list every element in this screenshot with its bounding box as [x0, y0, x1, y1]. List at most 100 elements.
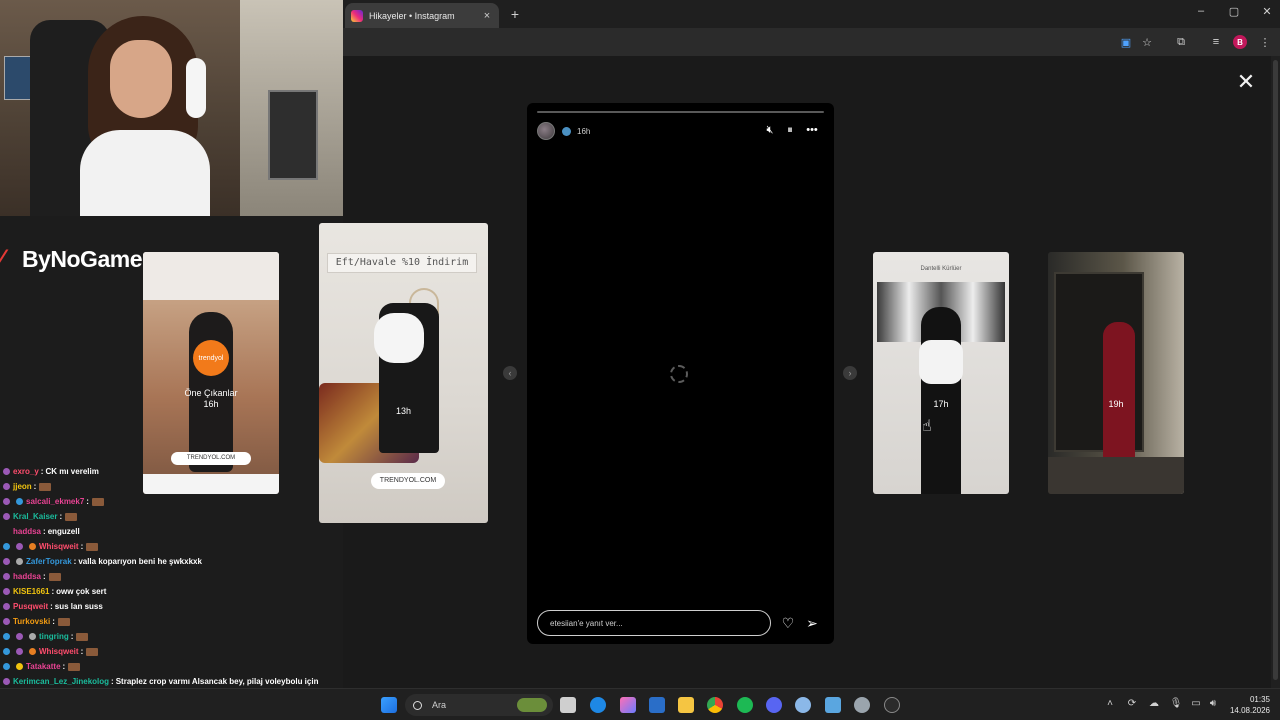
chat-separator: :	[111, 677, 114, 686]
chat-message: haddsa: enguzell	[0, 524, 330, 539]
chat-username[interactable]: Turkovski	[13, 617, 50, 626]
send-icon[interactable]: ➢	[804, 615, 820, 631]
bynogame-logo-mark: ⁄	[0, 245, 5, 272]
clock-date: 14.08.2026	[1229, 706, 1270, 715]
new-tab-button[interactable]: +	[507, 6, 523, 22]
story-preview-card[interactable]: 19h	[1048, 252, 1184, 494]
bookmark-star-icon[interactable]: ☆	[1140, 35, 1154, 49]
taskbar-search[interactable]: Ara	[405, 694, 553, 716]
next-story-arrow-icon[interactable]: ›	[843, 366, 857, 380]
chat-username[interactable]: Whisqweit	[39, 647, 79, 656]
copilot-icon[interactable]	[620, 697, 636, 713]
chat-message: tingring:	[0, 629, 330, 644]
tray-volume-icon[interactable]: 🔊︎	[1206, 698, 1220, 709]
card-time: 13h	[395, 406, 412, 416]
card-time: 19h	[1108, 399, 1124, 409]
chat-username[interactable]: salcali_ekmek7	[26, 497, 84, 506]
windows-start-icon[interactable]	[381, 697, 397, 713]
chat-username[interactable]: tingring	[39, 632, 69, 641]
chat-emote-icon	[91, 497, 104, 506]
minimize-button[interactable]: –	[1193, 5, 1209, 17]
chat-message-text: enguzell	[47, 527, 80, 536]
story-preview-card[interactable]: trendyol Öne Çıkanlar 16h TRENDYOL.COM	[143, 252, 279, 494]
story-time: 16h	[577, 126, 591, 136]
file-explorer-icon[interactable]	[678, 697, 694, 713]
tray-cloud-icon[interactable]: ☁	[1147, 698, 1161, 709]
discord-icon[interactable]	[766, 697, 782, 713]
store-icon[interactable]	[649, 697, 665, 713]
bynogame-logo-text: ByNoGame	[22, 245, 142, 272]
chat-badge-icon	[29, 633, 36, 640]
chat-username[interactable]: jjeon	[13, 482, 32, 491]
scrollbar[interactable]	[1271, 56, 1280, 688]
chat-username[interactable]: Pusqweit	[13, 602, 48, 611]
globe-icon	[562, 126, 571, 136]
tray-chevron-up-icon[interactable]: ˄	[1103, 698, 1117, 709]
chat-separator: :	[62, 662, 66, 671]
taskbar-search-input[interactable]: Ara	[432, 700, 446, 710]
tab-close-button[interactable]: ×	[481, 10, 493, 22]
chat-badge-icon	[3, 648, 10, 655]
chat-badge-icon	[16, 633, 23, 640]
mute-icon[interactable]: 🔇︎	[763, 124, 777, 137]
tray-sync-icon[interactable]: ⟳	[1125, 698, 1139, 709]
chat-username[interactable]: KISE1661	[13, 587, 49, 596]
chat-message: salcali_ekmek7:	[0, 494, 330, 509]
chrome-icon[interactable]	[707, 697, 723, 713]
story-header: 16h 🔇︎ ⏸︎ •••	[537, 121, 824, 141]
app-icon[interactable]	[795, 697, 811, 713]
previous-story-arrow-icon[interactable]: ‹	[503, 366, 517, 380]
chat-message: Kerimcan_Lez_Jinekolog: Straplez crop var…	[0, 674, 330, 689]
link-sticker-text: TRENDYOL.COM	[186, 455, 236, 461]
story-author-avatar[interactable]	[537, 122, 555, 140]
settings-gear-icon[interactable]	[854, 697, 870, 713]
windows-taskbar: Ara ˄ ⟳ ☁ 🎙︎ ▭ 🔊︎ 01:35 14.08.2026	[0, 688, 1280, 720]
active-story[interactable]: 16h 🔇︎ ⏸︎ ••• etesiian'e yanıt ver... ♡ …	[527, 103, 834, 644]
spotify-icon[interactable]	[737, 697, 753, 713]
taskbar-clock[interactable]: 01:35 14.08.2026	[1224, 694, 1270, 716]
chat-username[interactable]: haddsa	[13, 527, 41, 536]
story-preview-card[interactable]: Dantelli Kürlüer 17h	[873, 252, 1009, 494]
card-banner: Dantelli Kürlüer	[920, 266, 962, 272]
trendyol-avatar-ring: trendyol	[193, 340, 229, 376]
chat-emote-icon	[86, 647, 99, 656]
extensions-icon[interactable]: ⧉	[1174, 35, 1188, 49]
task-view-icon[interactable]	[560, 697, 576, 713]
scrollbar-thumb[interactable]	[1273, 60, 1278, 680]
chat-message: Tatakatte:	[0, 659, 330, 674]
chat-badge-icon	[16, 498, 23, 505]
edge-icon[interactable]	[590, 697, 606, 713]
chat-separator: :	[70, 632, 74, 641]
tray-mic-icon[interactable]: 🎙︎	[1169, 698, 1183, 709]
chat-message: Turkovski:	[0, 614, 330, 629]
chat-message: ZaferToprak: valla koparıyon beni he şwkx…	[0, 554, 330, 569]
profile-avatar[interactable]: B	[1233, 35, 1247, 49]
browser-tab-instagram[interactable]: Hikayeler • Instagram ×	[345, 3, 499, 28]
chat-username[interactable]: Kral_Kaiser	[13, 512, 57, 521]
chat-username[interactable]: Whisqweit	[39, 542, 79, 551]
link-sticker-text: TRENDYOL.COM	[379, 477, 437, 484]
tray-display-icon[interactable]: ▭	[1189, 698, 1203, 709]
reading-list-icon[interactable]: ≡	[1209, 35, 1223, 49]
chat-username[interactable]: exro_y	[13, 467, 39, 476]
card-header-strip	[143, 252, 279, 300]
network-app-icon[interactable]	[825, 697, 841, 713]
install-app-icon[interactable]: ▣	[1119, 35, 1133, 49]
chat-username[interactable]: Tatakatte	[26, 662, 61, 671]
reply-input[interactable]: etesiian'e yanıt ver...	[537, 610, 771, 636]
window-close-button[interactable]: ✕	[1259, 5, 1275, 18]
chat-username[interactable]: ZaferToprak	[26, 557, 72, 566]
chat-username[interactable]: Kerimcan_Lez_Jinekolog	[13, 677, 109, 686]
chat-badge-icon	[3, 573, 10, 580]
pause-icon[interactable]: ⏸︎	[783, 124, 797, 137]
maximize-button[interactable]: ▢	[1226, 5, 1242, 18]
chat-message: haddsa:	[0, 569, 330, 584]
story-preview-card[interactable]: Eft/Havale %10 İndirim 13h TRENDYOL.COM	[319, 223, 488, 523]
menu-kebab-icon[interactable]: ⋮	[1258, 35, 1272, 49]
chat-username[interactable]: haddsa	[13, 572, 41, 581]
more-options-icon[interactable]: •••	[805, 124, 819, 136]
story-viewer-close-icon[interactable]: ✕	[1236, 71, 1256, 93]
chat-message-text: CK mı verelim	[45, 467, 99, 476]
obs-icon[interactable]	[884, 697, 900, 713]
heart-icon[interactable]: ♡	[780, 615, 796, 631]
